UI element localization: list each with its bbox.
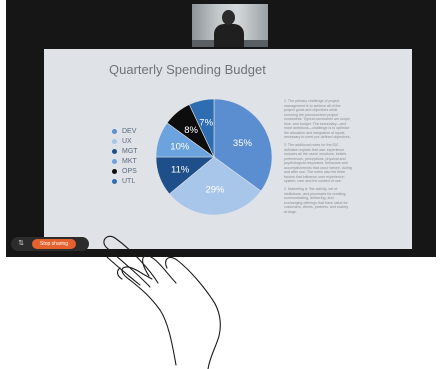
- hand-tap-gesture: [103, 235, 221, 369]
